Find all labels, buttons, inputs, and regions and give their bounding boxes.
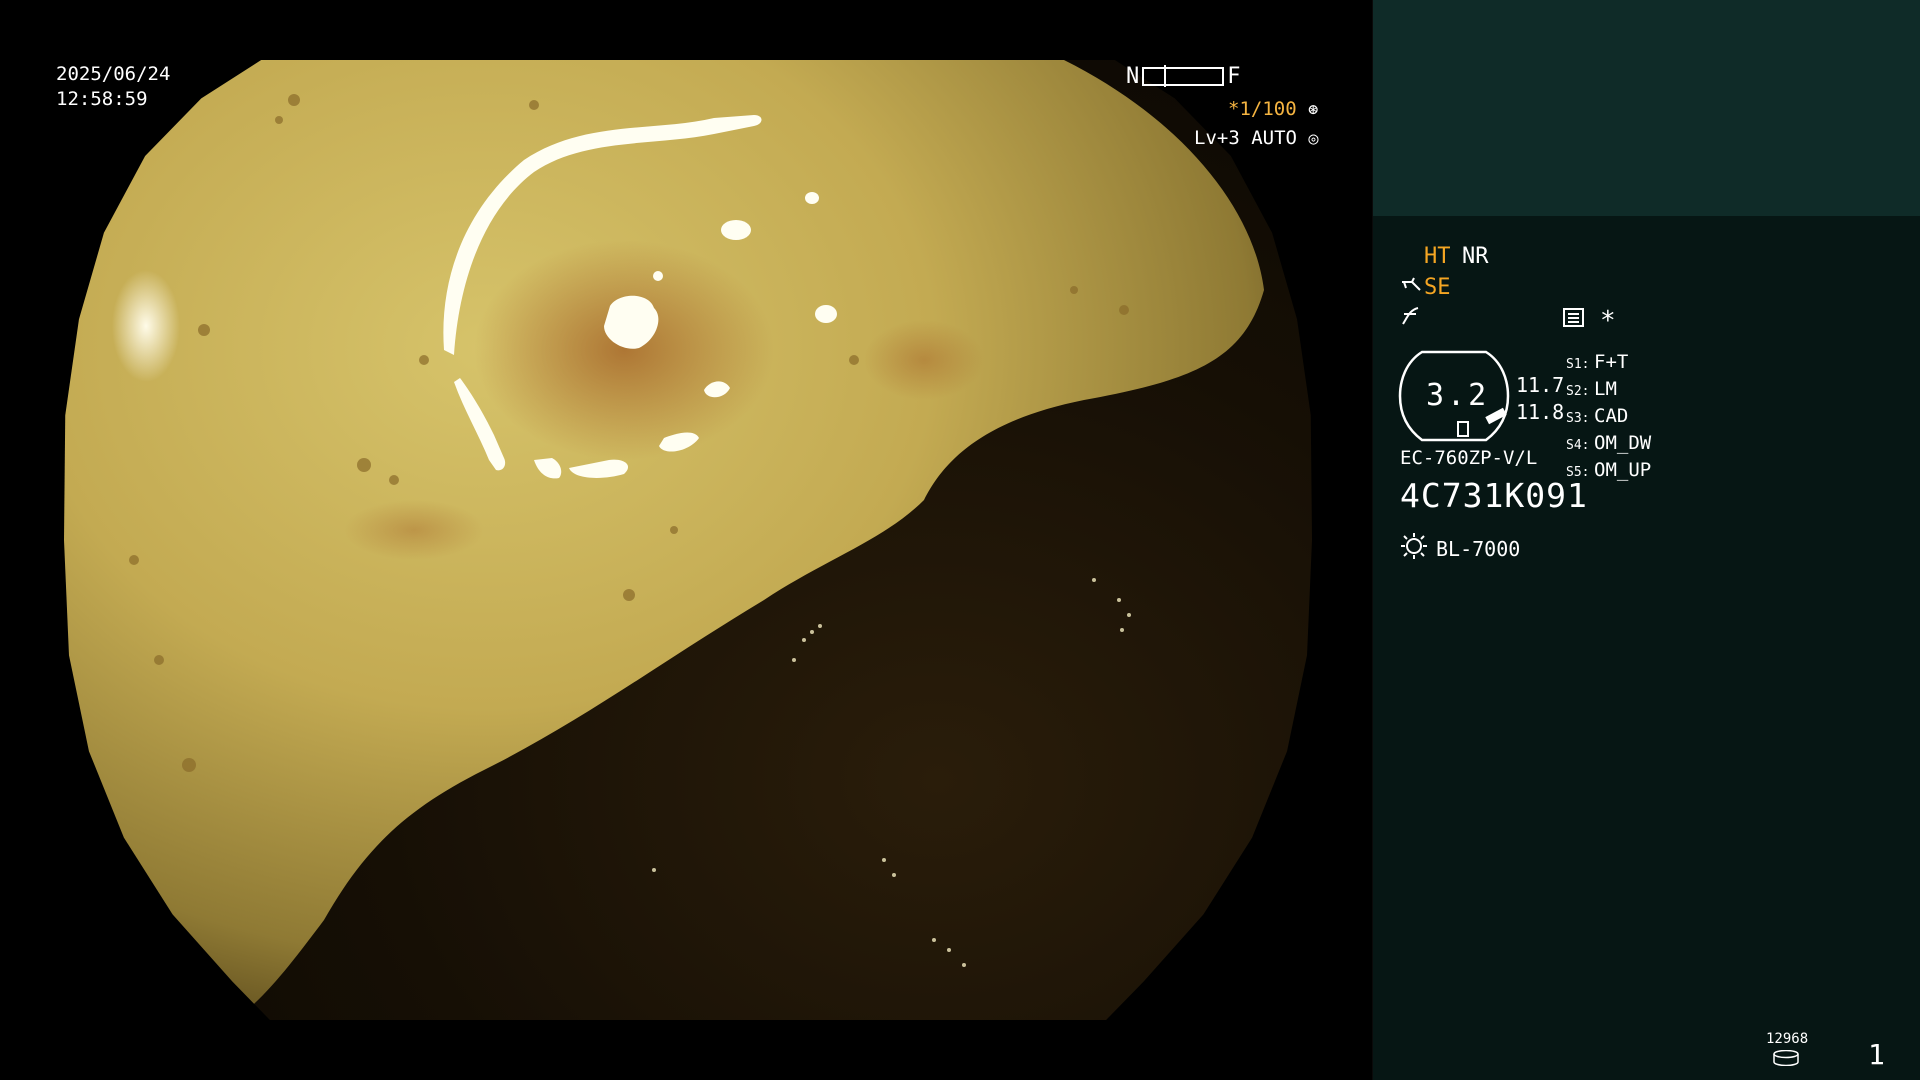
level-status: Lv+3 AUTO ◎ bbox=[1194, 127, 1319, 149]
disk-icon bbox=[1773, 1050, 1799, 1066]
star-mark: * bbox=[1600, 306, 1616, 336]
info-panel bbox=[1373, 216, 1920, 1080]
zoom-side-values: 11.7 11.8 bbox=[1516, 372, 1564, 426]
lamp-icon bbox=[1400, 532, 1428, 565]
image-counter: 12968 bbox=[1766, 1031, 1809, 1047]
near-label: N bbox=[1126, 64, 1140, 89]
scope-serial: 4C731K091 bbox=[1400, 476, 1588, 515]
date-text: 2025/06/24 bbox=[56, 63, 171, 85]
iris-icon: ◎ bbox=[1308, 129, 1319, 149]
shutter-text: *1/100 bbox=[1228, 98, 1297, 120]
switch-list: S1: F+T S2: LM S3: CAD S4: OM_DW S5: OM_UP bbox=[1566, 350, 1651, 485]
mucosa-illustration bbox=[64, 60, 1264, 1020]
zoom-value: 3.2 bbox=[1426, 378, 1490, 413]
enhancement-se: SE bbox=[1424, 275, 1451, 300]
info-panel-header bbox=[1373, 0, 1920, 216]
menu-icon bbox=[1563, 308, 1585, 334]
level-text: Lv+3 AUTO bbox=[1194, 127, 1297, 149]
switch-item: S1: F+T bbox=[1566, 351, 1629, 373]
mode-nr: NR bbox=[1462, 244, 1489, 269]
scope-icon bbox=[1400, 274, 1422, 302]
endoscopic-image bbox=[64, 60, 1312, 1020]
side-value-1: 11.7 bbox=[1516, 373, 1565, 397]
date-time-display: 2025/06/24 12:58:59 bbox=[56, 62, 170, 112]
far-label: F bbox=[1227, 64, 1241, 89]
near-far-indicator: N F bbox=[1126, 64, 1241, 89]
shutter-status: *1/100 ⊛ bbox=[1228, 98, 1318, 120]
side-value-2: 11.8 bbox=[1516, 400, 1565, 424]
lamp-label: BL-7000 bbox=[1436, 536, 1521, 561]
page-number: 1 bbox=[1868, 1038, 1885, 1071]
light-source: BL-7000 bbox=[1400, 532, 1520, 565]
switch-item: S4: OM_DW bbox=[1566, 432, 1652, 454]
mode-ht: HT bbox=[1424, 244, 1451, 269]
curve-icon bbox=[1400, 306, 1422, 332]
scope-model: EC-760ZP-V/L bbox=[1400, 447, 1538, 469]
aperture-icon: ⊛ bbox=[1308, 100, 1319, 120]
endoscope-view-area: 2025/06/24 12:58:59 N F *1/100 ⊛ Lv+3 AU… bbox=[0, 0, 1372, 1080]
time-text: 12:58:59 bbox=[56, 88, 148, 110]
switch-item: S2: LM bbox=[1566, 378, 1617, 400]
focus-bar bbox=[1142, 65, 1225, 87]
switch-item: S3: CAD bbox=[1566, 405, 1629, 427]
